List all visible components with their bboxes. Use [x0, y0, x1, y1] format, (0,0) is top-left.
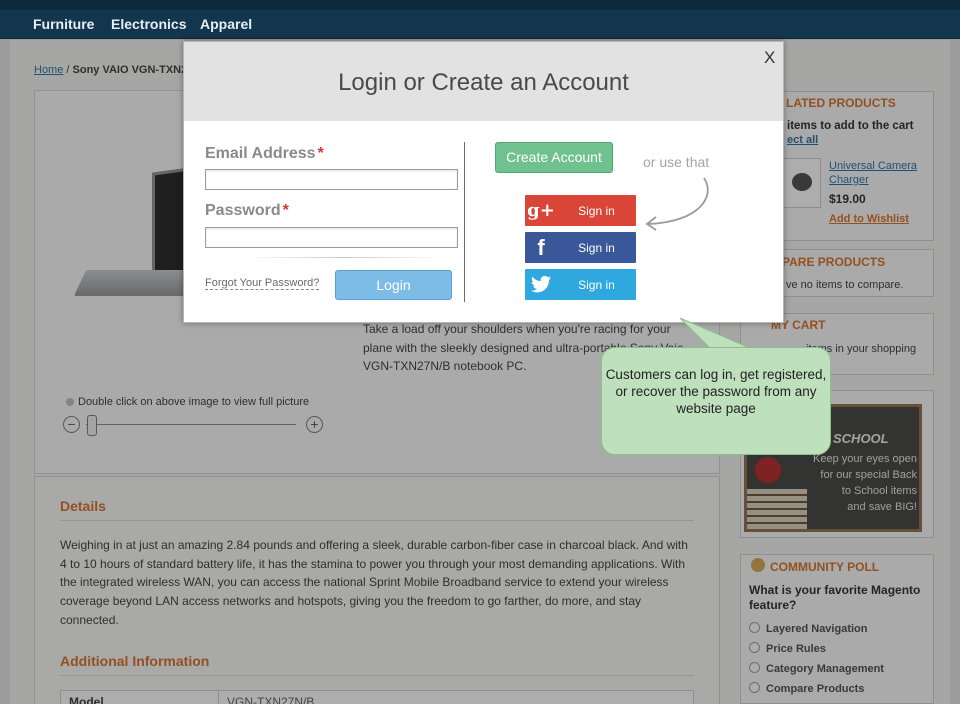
- login-button[interactable]: Login: [335, 270, 452, 300]
- top-bar: [0, 0, 960, 10]
- facebook-signin-label: Sign in: [578, 241, 615, 255]
- required-mark: *: [282, 202, 289, 219]
- or-use-that-label: or use that: [643, 154, 710, 170]
- email-label-text: Email Address: [205, 145, 316, 162]
- google-signin-button[interactable]: g+ Sign in: [525, 195, 636, 226]
- email-label: Email Address *: [205, 145, 324, 163]
- password-label-text: Password: [205, 202, 281, 219]
- facebook-signin-button[interactable]: f Sign in: [525, 232, 636, 263]
- modal-title: Login or Create an Account: [338, 69, 629, 96]
- callout-text: Customers can log in, get registered, or…: [605, 367, 827, 416]
- twitter-signin-button[interactable]: Sign in: [525, 269, 636, 300]
- nav-item-furniture[interactable]: Furniture: [33, 16, 94, 32]
- column-divider: [464, 142, 465, 302]
- forgot-password-link[interactable]: Forgot Your Password?: [205, 277, 320, 290]
- password-field[interactable]: [205, 227, 458, 248]
- curved-arrow-icon: [645, 177, 709, 231]
- main-nav: Furniture Electronics Apparel: [0, 10, 960, 39]
- password-label: Password *: [205, 202, 289, 220]
- form-divider: [244, 257, 444, 258]
- close-button[interactable]: X: [764, 48, 775, 68]
- nav-item-apparel[interactable]: Apparel: [200, 16, 252, 32]
- email-field[interactable]: [205, 169, 458, 190]
- twitter-icon: [525, 269, 557, 300]
- google-plus-icon: g+: [527, 200, 555, 221]
- google-signin-label: Sign in: [578, 204, 615, 218]
- facebook-icon: f: [537, 235, 545, 260]
- create-account-button[interactable]: Create Account: [495, 142, 613, 173]
- login-modal: Login or Create an Account X Email Addre…: [183, 41, 784, 323]
- twitter-signin-label: Sign in: [578, 278, 615, 292]
- nav-item-electronics[interactable]: Electronics: [111, 16, 186, 32]
- required-mark: *: [317, 145, 324, 162]
